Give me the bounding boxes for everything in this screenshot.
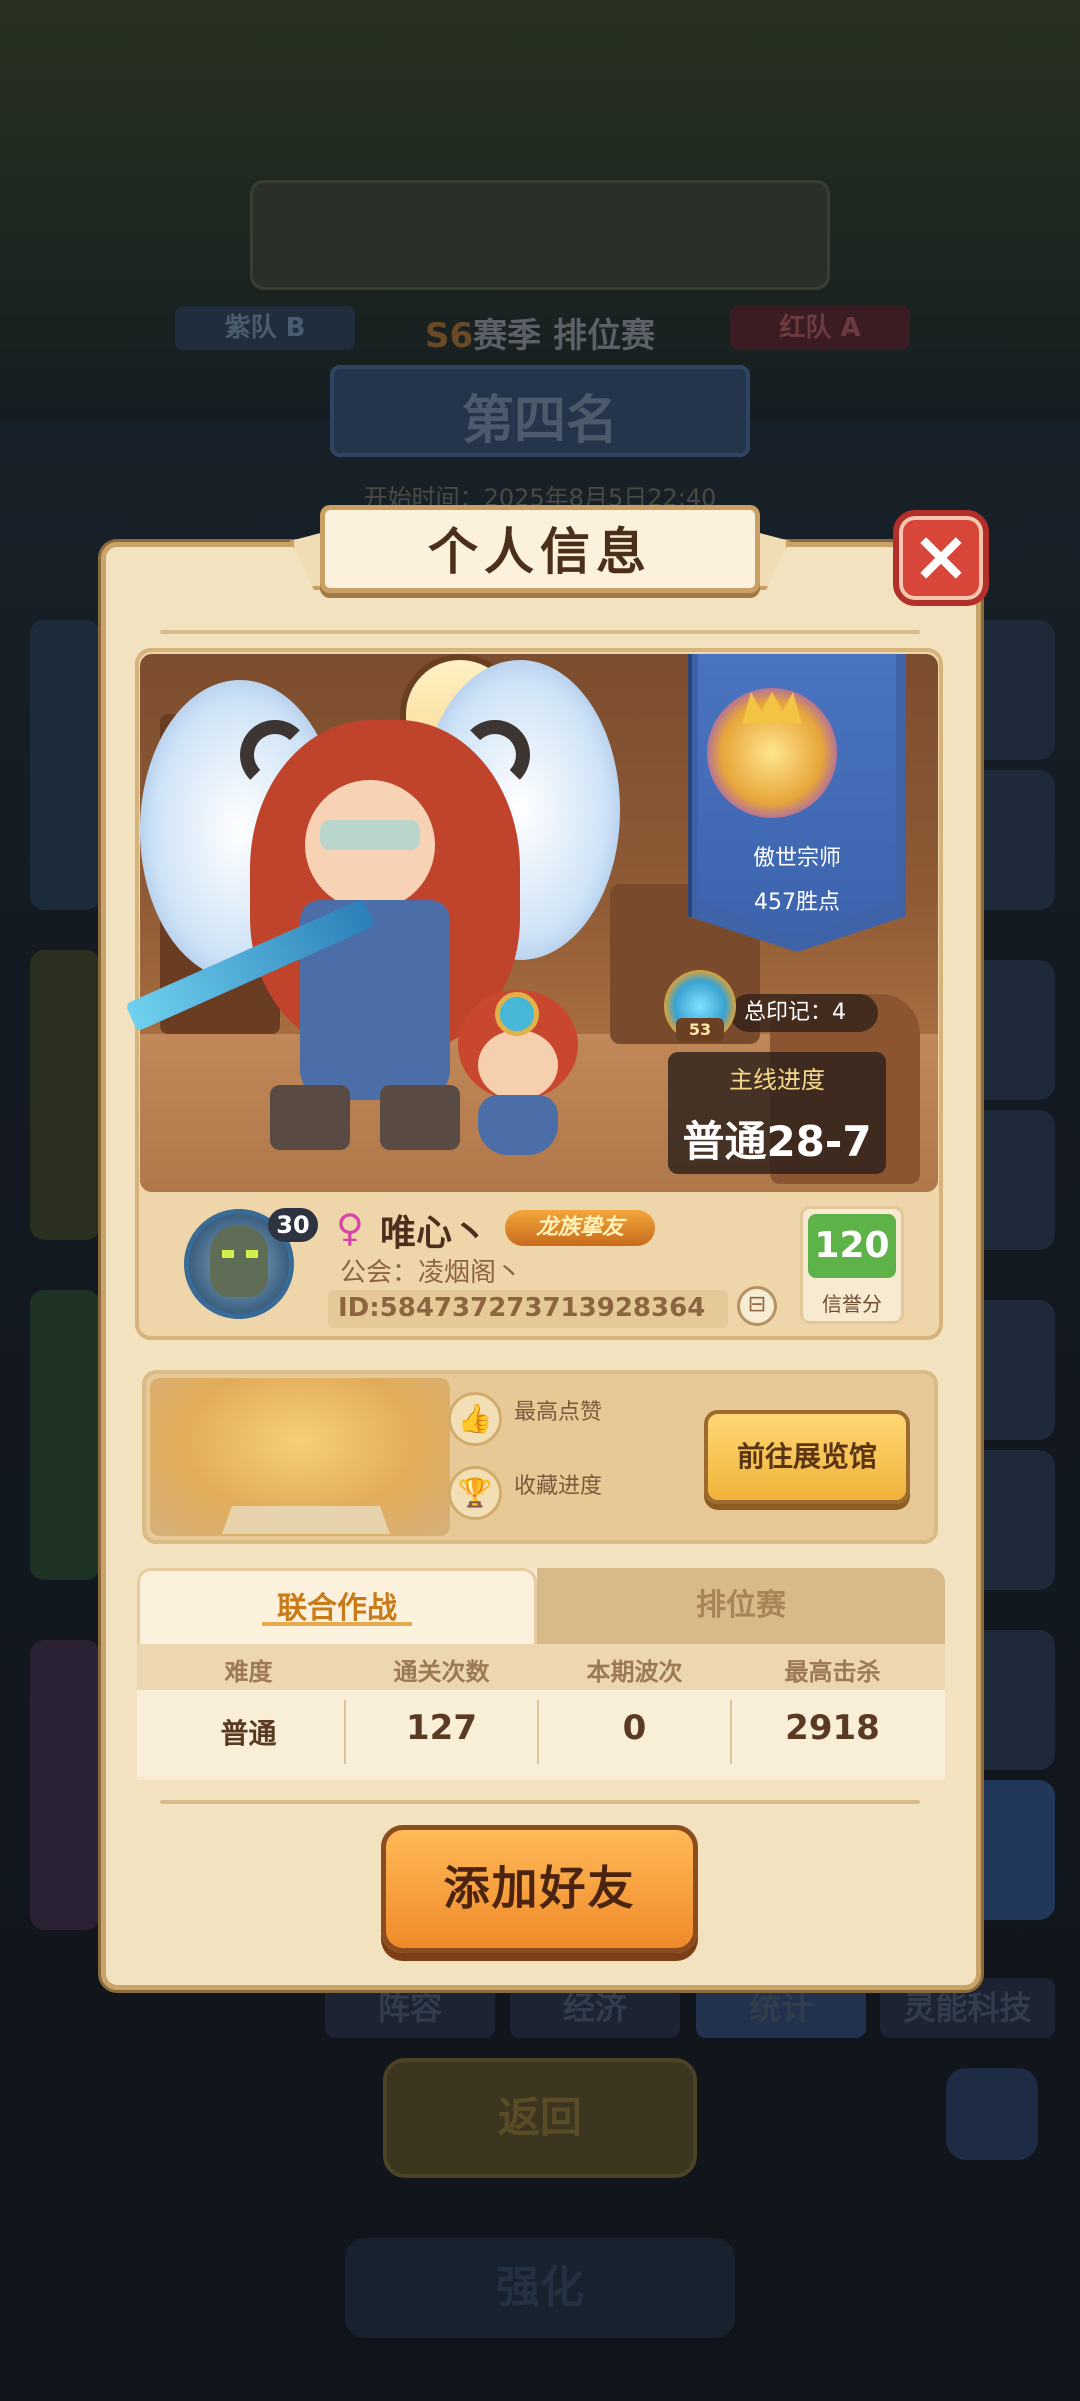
- hero-boot: [270, 1085, 350, 1150]
- hero-mask: [320, 820, 420, 850]
- background-rank-text: 第四名: [461, 391, 618, 451]
- add-friend-button[interactable]: 添加好友: [381, 1825, 698, 1953]
- value-clears: 127: [406, 1708, 477, 1748]
- hero-boot: [380, 1085, 460, 1150]
- player-name: 唯心丶: [380, 1213, 489, 1254]
- value-current-wave: 0: [622, 1708, 647, 1748]
- value-difficulty: 普通: [220, 1717, 277, 1750]
- header-max-kills: 最高击杀: [784, 1658, 881, 1686]
- value-max-kills: 2918: [785, 1708, 880, 1748]
- divider: [160, 630, 920, 634]
- active-tab-indicator: [262, 1622, 412, 1626]
- avatar-eye: [246, 1250, 258, 1258]
- collection-progress-label: 收藏进度: [514, 1474, 603, 1499]
- chibi-face: [478, 1030, 558, 1100]
- background-side-card: [30, 1640, 100, 1930]
- chibi-body: [478, 1095, 558, 1155]
- thumbs-up-icon: 👍: [448, 1392, 502, 1446]
- tab-ranked[interactable]: 排位赛: [537, 1568, 945, 1644]
- header-clears: 通关次数: [393, 1658, 490, 1686]
- level-badge: 30: [268, 1208, 318, 1242]
- avatar-eye: [222, 1250, 234, 1258]
- crown-icon: [742, 692, 802, 724]
- background-back-button: 返回: [383, 2058, 697, 2178]
- rank-name: 傲世宗师: [752, 846, 841, 871]
- avatar-helmet: [210, 1225, 268, 1297]
- player-title-badge: 龙族挚友: [505, 1210, 655, 1246]
- background-side-card: [30, 950, 100, 1240]
- divider: [160, 1800, 920, 1804]
- main-progress-label: 主线进度: [729, 1066, 825, 1094]
- female-icon: ♀: [336, 1206, 364, 1250]
- background-banner: [250, 180, 830, 290]
- mark-badge-number: 53: [676, 1018, 724, 1042]
- copy-icon: ⊟: [747, 1292, 767, 1317]
- background-side-card: [30, 1290, 100, 1580]
- close-button[interactable]: ×: [893, 510, 989, 606]
- chibi-gem: [495, 992, 539, 1036]
- dialog-title: 个人信息: [428, 523, 652, 581]
- share-icon: [946, 2068, 1038, 2160]
- guild-name: 公会：凌烟阁丶: [340, 1258, 523, 1288]
- total-marks: 总印记：4: [730, 994, 878, 1032]
- rank-points: 457胜点: [754, 890, 840, 915]
- highest-likes-label: 最高点赞: [514, 1400, 603, 1425]
- season-prefix: S6: [425, 316, 474, 356]
- credit-score-value: 120: [808, 1214, 896, 1278]
- header-difficulty: 难度: [224, 1658, 273, 1686]
- credit-score-label: 信誉分: [822, 1292, 882, 1316]
- tab-joint-battle[interactable]: 联合作战: [137, 1568, 537, 1644]
- main-progress-value: 普通28-7: [682, 1117, 872, 1166]
- close-icon: ×: [911, 515, 971, 597]
- background-side-card: [30, 620, 100, 910]
- background-season-title: S6赛季 排位赛: [330, 308, 750, 357]
- hero-horn-right: [460, 720, 530, 790]
- background-strengthen-button: 强化: [345, 2238, 735, 2338]
- background-team-b: 紫队 B: [175, 306, 355, 350]
- trophy-icon: 🏆: [448, 1466, 502, 1520]
- exhibit-plinth: [222, 1506, 390, 1534]
- hero-horn-left: [240, 720, 310, 790]
- season-rest: 赛季 排位赛: [473, 316, 655, 356]
- background-team-a: 红队 A: [730, 306, 910, 350]
- header-current-wave: 本期波次: [586, 1658, 683, 1686]
- player-id: ID:584737273713928364: [338, 1293, 706, 1323]
- go-to-gallery-button[interactable]: 前往展览馆: [704, 1410, 910, 1504]
- copy-id-button[interactable]: ⊟: [737, 1286, 777, 1326]
